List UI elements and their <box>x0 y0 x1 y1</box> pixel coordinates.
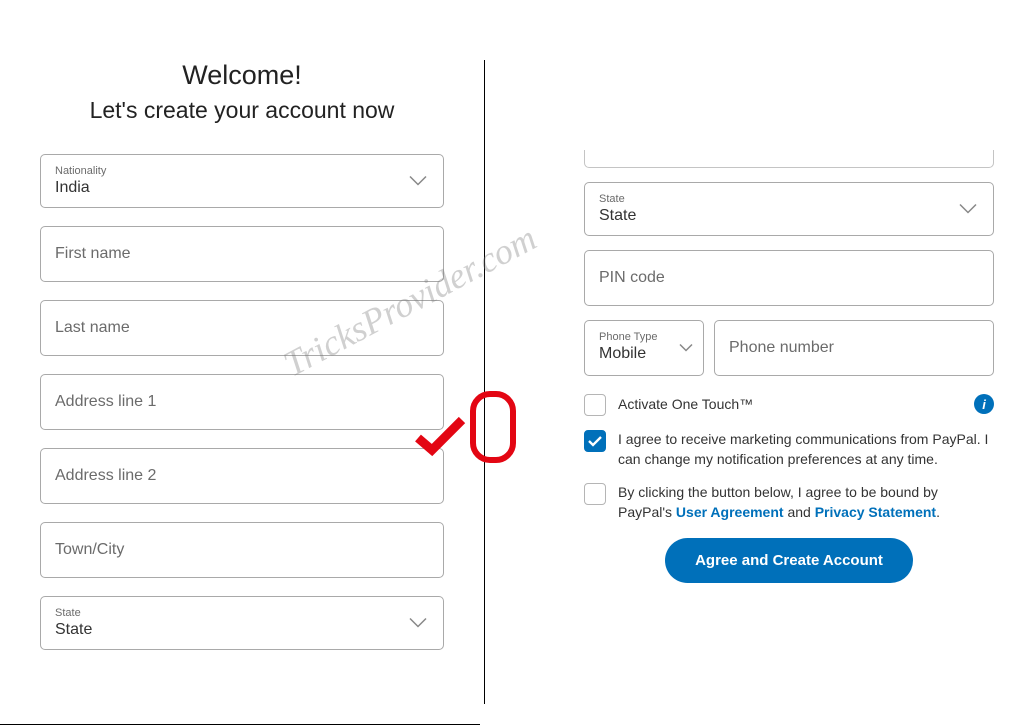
onetouch-row: Activate One Touch™ i <box>584 394 994 416</box>
onetouch-label: Activate One Touch™ <box>618 395 994 415</box>
marketing-row: I agree to receive marketing communicati… <box>584 430 994 469</box>
terms-row: By clicking the button below, I agree to… <box>584 483 994 522</box>
user-agreement-link[interactable]: User Agreement <box>676 504 784 520</box>
state-label-right: State <box>599 193 979 205</box>
terms-checkbox[interactable] <box>584 483 606 505</box>
nationality-select[interactable]: Nationality India <box>40 154 444 208</box>
state-select-left[interactable]: State State <box>40 596 444 650</box>
pin-code-placeholder: PIN code <box>599 269 979 287</box>
address2-placeholder: Address line 2 <box>55 467 429 485</box>
marketing-checkbox[interactable] <box>584 430 606 452</box>
town-city-placeholder: Town/City <box>55 541 429 559</box>
town-city-input[interactable]: Town/City <box>40 522 444 578</box>
onetouch-checkbox[interactable] <box>584 394 606 416</box>
privacy-statement-link[interactable]: Privacy Statement <box>815 504 936 520</box>
first-name-input[interactable]: First name <box>40 226 444 282</box>
phone-type-select[interactable]: Phone Type Mobile <box>584 320 704 376</box>
address1-placeholder: Address line 1 <box>55 393 429 411</box>
pin-code-input[interactable]: PIN code <box>584 250 994 306</box>
phone-number-placeholder: Phone number <box>729 339 979 357</box>
address2-input[interactable]: Address line 2 <box>40 448 444 504</box>
nationality-value: India <box>55 179 429 197</box>
state-value-right: State <box>599 207 979 225</box>
state-label-left: State <box>55 607 429 619</box>
last-name-input[interactable]: Last name <box>40 300 444 356</box>
terms-and: and <box>784 504 815 520</box>
address1-input[interactable]: Address line 1 <box>40 374 444 430</box>
state-value-left: State <box>55 621 429 639</box>
phone-type-label: Phone Type <box>599 331 689 343</box>
state-select-right[interactable]: State State <box>584 182 994 236</box>
info-icon[interactable]: i <box>974 394 994 414</box>
marketing-label: I agree to receive marketing communicati… <box>618 430 994 469</box>
phone-type-value: Mobile <box>599 345 689 363</box>
first-name-placeholder: First name <box>55 245 429 263</box>
subheading: Let's create your account now <box>40 97 444 124</box>
welcome-heading: Welcome! <box>40 60 444 91</box>
last-name-placeholder: Last name <box>55 319 429 337</box>
terms-text: By clicking the button below, I agree to… <box>618 483 994 522</box>
terms-suffix: . <box>936 504 940 520</box>
nationality-label: Nationality <box>55 165 429 177</box>
phone-number-input[interactable]: Phone number <box>714 320 994 376</box>
partial-field <box>584 150 994 168</box>
agree-create-button[interactable]: Agree and Create Account <box>665 538 913 583</box>
